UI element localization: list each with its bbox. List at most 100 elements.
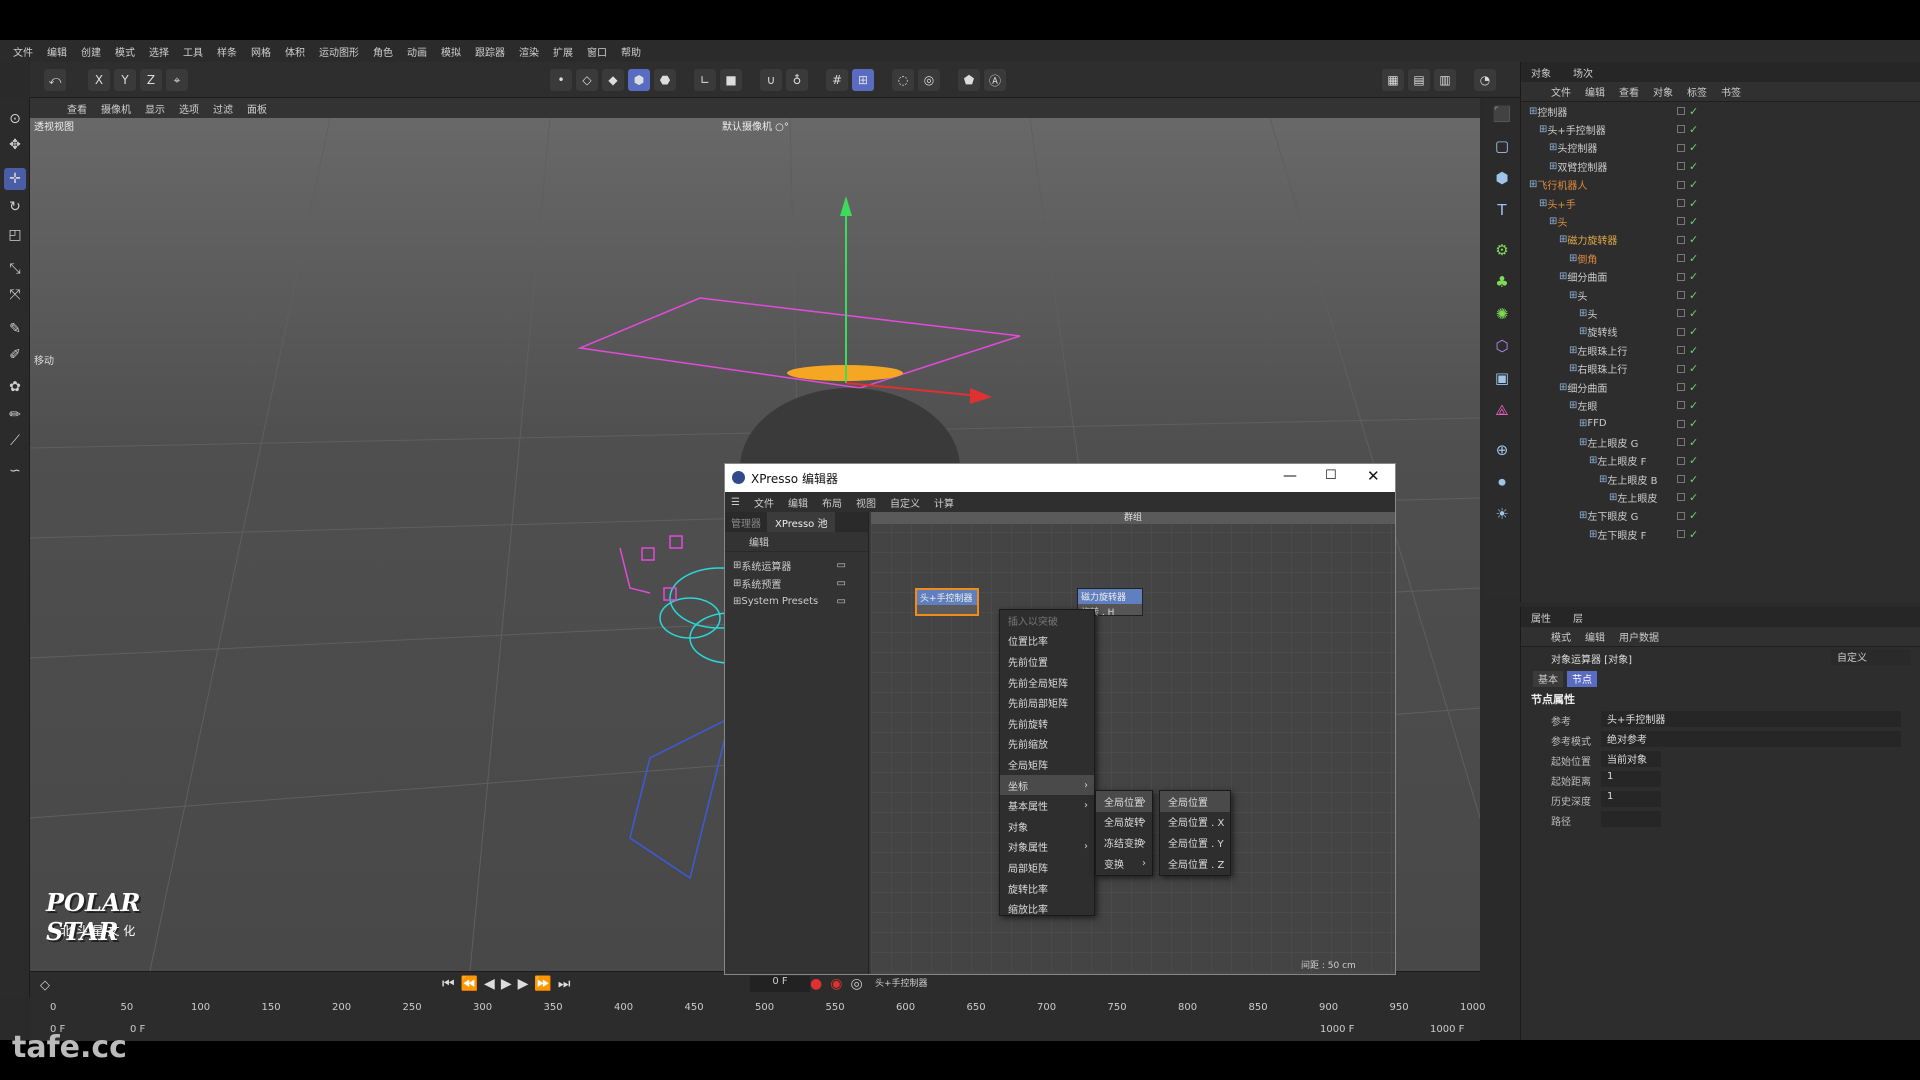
magnet-icon[interactable]: ∪	[760, 69, 782, 91]
tab-takes[interactable]: 场次	[1573, 65, 1593, 80]
enabled-check-icon[interactable]: ✓	[1689, 399, 1698, 412]
xpresso-menu-item[interactable]: 视图	[856, 495, 876, 510]
menu-item[interactable]: 体积	[285, 44, 305, 59]
menu-item[interactable]: 工具	[183, 44, 203, 59]
camera-icon[interactable]: ⬟	[958, 69, 980, 91]
menu-item[interactable]: 渲染	[519, 44, 539, 59]
enabled-check-icon[interactable]: ✓	[1689, 178, 1698, 191]
tree-row[interactable]: ⊞ 旋转线 ✓	[1521, 323, 1920, 341]
viewport-menu-item[interactable]: 显示	[145, 101, 165, 116]
subtab-basic[interactable]: 基本	[1533, 671, 1563, 687]
tab-layers[interactable]: 层	[1573, 610, 1583, 625]
context-menu-item[interactable]: 先前缩放	[1000, 734, 1094, 755]
enabled-check-icon[interactable]: ✓	[1689, 509, 1698, 522]
visibility-toggle[interactable]	[1677, 327, 1685, 336]
xpresso-menu-item[interactable]: 计算	[934, 495, 954, 510]
light-icon[interactable]: ◌	[892, 69, 914, 91]
tree-row[interactable]: ⊞ 左上眼皮 F ✓	[1521, 452, 1920, 470]
visibility-toggle[interactable]	[1677, 530, 1685, 539]
tree-row[interactable]: ⊞ 细分曲面 ✓	[1521, 378, 1920, 396]
visibility-toggle[interactable]	[1677, 162, 1685, 171]
visibility-toggle[interactable]	[1677, 180, 1685, 189]
tree-row[interactable]: ⊞ 磁力旋转器 ✓	[1521, 231, 1920, 249]
visibility-toggle[interactable]	[1677, 235, 1685, 244]
context-menu-item[interactable]: 位置比率	[1000, 631, 1094, 652]
tab-xpresso-pool[interactable]: XPresso 池	[767, 512, 836, 532]
layout-icon[interactable]: ◔	[1474, 69, 1496, 91]
enabled-check-icon[interactable]: ✓	[1689, 417, 1698, 430]
expand-icon[interactable]: ⊞	[733, 578, 741, 589]
close-icon[interactable]: ✕	[1367, 467, 1380, 485]
cloner-icon[interactable]: ♣	[1490, 270, 1514, 294]
visibility-toggle[interactable]	[1677, 493, 1685, 502]
tab-manager[interactable]: 管理器	[725, 515, 767, 530]
enabled-check-icon[interactable]: ✓	[1689, 362, 1698, 375]
enabled-check-icon[interactable]: ✓	[1689, 197, 1698, 210]
attribute-menu-item[interactable]: 用户数据	[1619, 629, 1659, 644]
tree-row[interactable]: ⊞ FFD ✓	[1521, 415, 1920, 433]
xpresso-node-canvas[interactable]: 群组 头+手控制器 磁力旋转器 旋转 . H 间距 : 50 cm	[871, 512, 1395, 974]
object-menu-item[interactable]: 文件	[1551, 84, 1571, 99]
context-menu-item[interactable]: 旋转比率	[1000, 878, 1094, 899]
attribute-field-value[interactable]: 绝对参考	[1601, 731, 1901, 747]
preset-select[interactable]: 自定义	[1831, 649, 1911, 665]
primitive-icon[interactable]: ⬢	[1490, 166, 1514, 190]
tree-row[interactable]: ⊞ 控制器 ✓	[1521, 102, 1920, 120]
light-object-icon[interactable]: ☀	[1490, 502, 1514, 526]
menu-item[interactable]: 跟踪器	[475, 44, 505, 59]
scale-tool-icon[interactable]: ◰	[4, 224, 26, 246]
visibility-toggle[interactable]	[1677, 199, 1685, 207]
expand-icon[interactable]: ⊞	[733, 596, 741, 607]
enabled-check-icon[interactable]: ✓	[1689, 344, 1698, 357]
tree-row[interactable]: ⊞ 飞行机器人 ✓	[1521, 176, 1920, 194]
axis-mode-icon[interactable]: ∟	[694, 69, 716, 91]
deformer-icon[interactable]: ✺	[1490, 302, 1514, 326]
expand-icon[interactable]: ⊞	[733, 560, 741, 571]
minimize-icon[interactable]: —	[1283, 468, 1297, 484]
cube-object-icon[interactable]: ⬛	[1490, 102, 1514, 126]
menu-item[interactable]: 编辑	[47, 44, 67, 59]
tree-row[interactable]: ⊞ 双臂控制器 ✓	[1521, 157, 1920, 175]
spline-pen-icon[interactable]: ✎	[4, 318, 26, 340]
visibility-toggle[interactable]	[1677, 254, 1685, 263]
visibility-toggle[interactable]	[1677, 511, 1685, 520]
workplane-icon[interactable]: ⊞	[852, 69, 874, 91]
key-icon[interactable]: ◎	[850, 976, 862, 992]
environment-icon[interactable]: ⊕	[1490, 438, 1514, 462]
visibility-toggle[interactable]	[1677, 419, 1685, 428]
sketch-icon[interactable]: ✐	[4, 344, 26, 366]
enabled-check-icon[interactable]: ✓	[1689, 454, 1698, 467]
visibility-toggle[interactable]	[1677, 217, 1685, 226]
enabled-check-icon[interactable]: ✓	[1689, 123, 1698, 136]
camera-object-icon[interactable]: ⏺	[1490, 470, 1514, 494]
tab-objects[interactable]: 对象	[1531, 65, 1551, 80]
tree-row[interactable]: ⊞ 左眼 ✓	[1521, 396, 1920, 414]
viewport-menu-item[interactable]: 摄像机	[101, 101, 131, 116]
attribute-field-value[interactable]	[1601, 811, 1661, 827]
xpresso-menu-item[interactable]: 布局	[822, 495, 842, 510]
next-key-icon[interactable]: ⏩	[534, 976, 551, 992]
menu-item[interactable]: 选择	[149, 44, 169, 59]
enabled-check-icon[interactable]: ✓	[1689, 270, 1698, 283]
menu-item[interactable]: 扩展	[553, 44, 573, 59]
context-menu-item[interactable]: 先前旋转	[1000, 713, 1094, 734]
object-menu-item[interactable]: 标签	[1687, 84, 1707, 99]
menu-item[interactable]: 文件	[13, 44, 33, 59]
enabled-check-icon[interactable]: ✓	[1689, 473, 1698, 486]
min-frame-field[interactable]: 0 F	[130, 1024, 170, 1035]
xpresso-menu-item[interactable]: 自定义	[890, 495, 920, 510]
submenu-item[interactable]: 全局位置	[1096, 791, 1152, 812]
submenu-item[interactable]: 变换	[1096, 853, 1152, 874]
tree-row[interactable]: ⊞ 左眼珠上行 ✓	[1521, 341, 1920, 359]
auto-key-icon[interactable]: Ⓐ	[984, 69, 1006, 91]
paint-icon[interactable]: ✿	[4, 376, 26, 398]
knife-icon[interactable]: ⟋	[4, 430, 26, 452]
tree-row[interactable]: ⊞ 头控制器 ✓	[1521, 139, 1920, 157]
keyframe-icon[interactable]: ◇	[40, 978, 60, 996]
tree-row[interactable]: ⊞ 右眼珠上行 ✓	[1521, 360, 1920, 378]
submenu-item[interactable]: 全局位置	[1160, 791, 1230, 812]
visibility-toggle[interactable]	[1677, 438, 1685, 447]
object-menu-item[interactable]: 书签	[1721, 84, 1741, 99]
enabled-check-icon[interactable]: ✓	[1689, 436, 1698, 449]
scene-icon[interactable]: ▣	[1490, 366, 1514, 390]
